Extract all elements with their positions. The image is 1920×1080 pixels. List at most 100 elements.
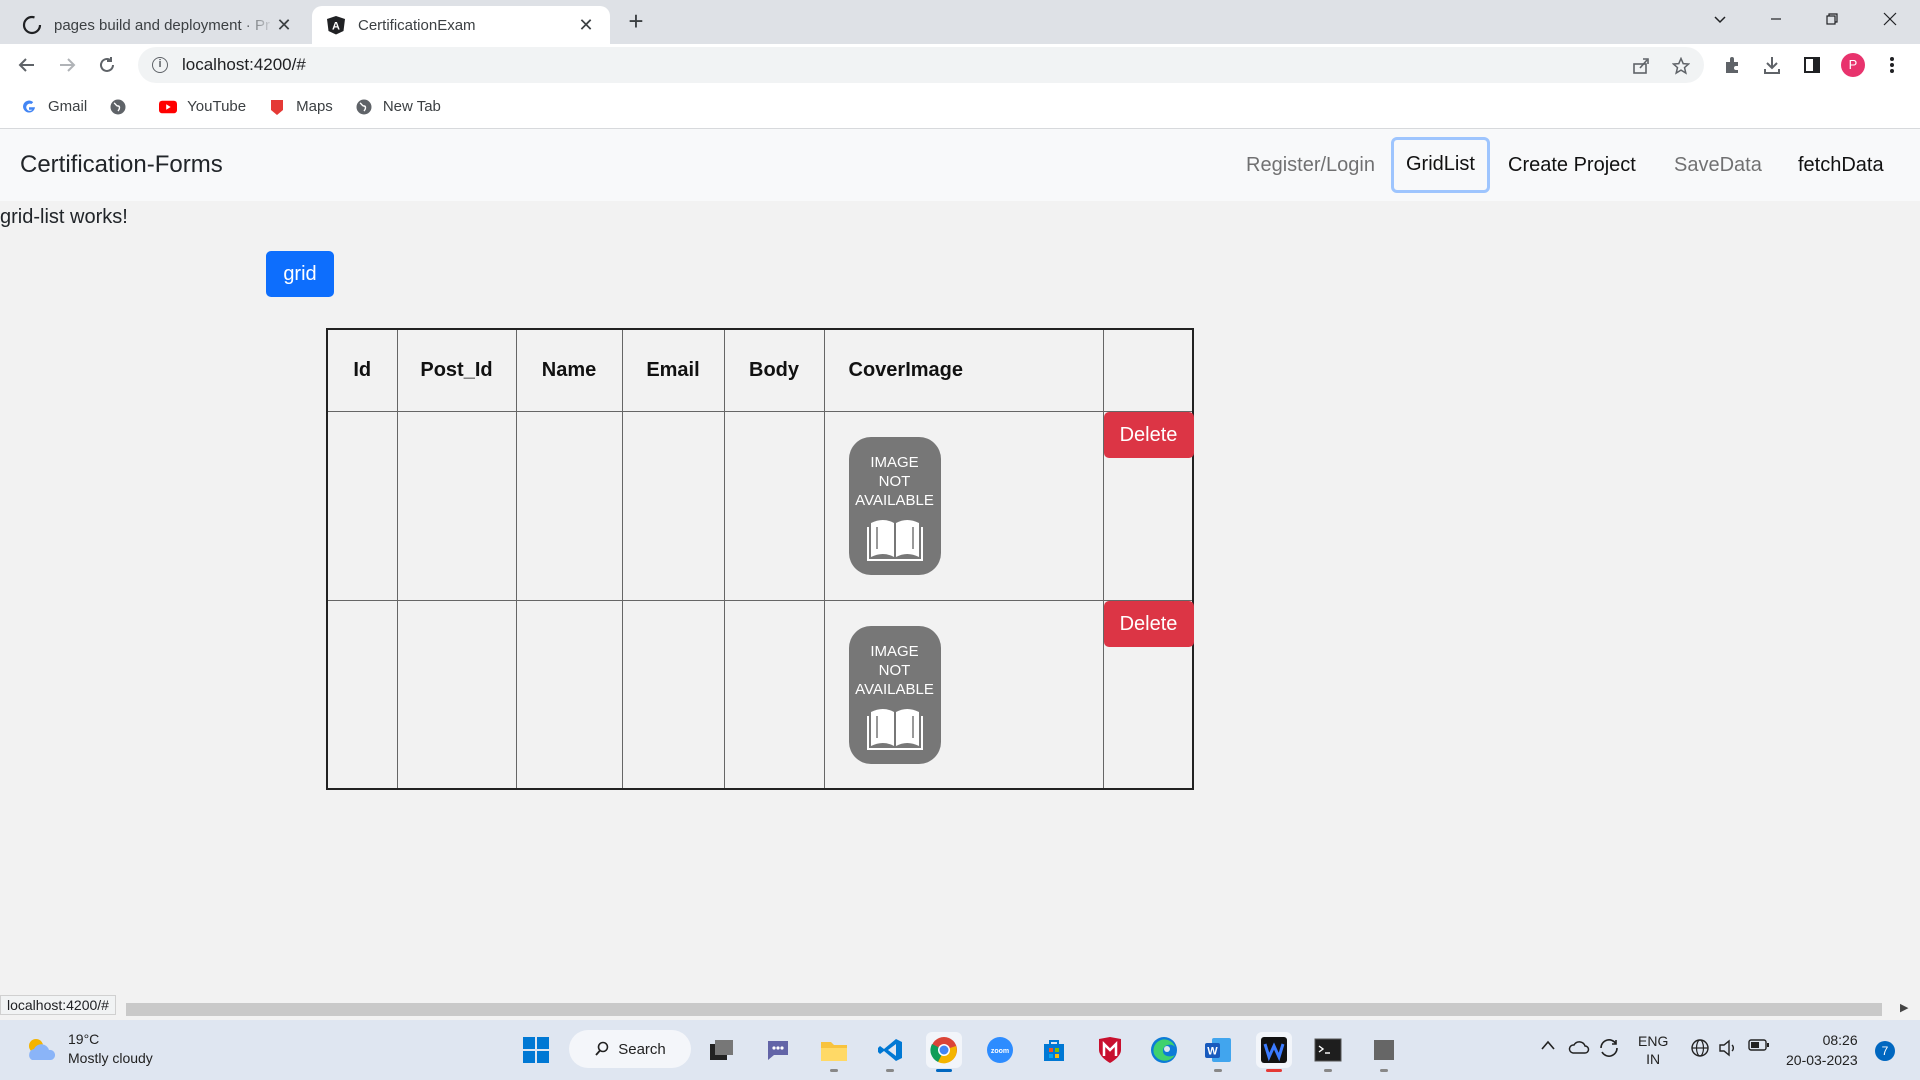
browser-toolbar: i localhost:4200/# P bbox=[0, 44, 1920, 85]
notification-badge[interactable]: 7 bbox=[1875, 1041, 1895, 1061]
taskbar-search[interactable]: Search bbox=[569, 1030, 691, 1068]
book-icon bbox=[866, 519, 923, 561]
delete-button[interactable]: Delete bbox=[1103, 600, 1194, 647]
cell-actions: Delete bbox=[1102, 599, 1194, 790]
nav-fetchdata[interactable]: fetchData bbox=[1786, 145, 1896, 185]
weather-condition: Mostly cloudy bbox=[68, 1050, 153, 1066]
cell-coverimage: IMAGE NOT AVAILABLE bbox=[823, 410, 1104, 601]
bookmark-youtube[interactable]: YouTube bbox=[159, 98, 246, 116]
mcafee-icon[interactable] bbox=[1092, 1032, 1128, 1068]
battery-icon[interactable] bbox=[1748, 1038, 1770, 1055]
restore-icon[interactable] bbox=[1804, 0, 1860, 38]
column-header-actions bbox=[1102, 328, 1194, 412]
scroll-right-arrow-icon[interactable]: ▶ bbox=[1900, 1001, 1908, 1014]
bookmark-star-icon[interactable] bbox=[1671, 56, 1691, 80]
sync-icon[interactable] bbox=[1598, 1038, 1620, 1061]
show-hidden-icons-icon[interactable] bbox=[1540, 1038, 1556, 1054]
region-code: IN bbox=[1646, 1051, 1661, 1067]
app-window-icon[interactable] bbox=[1366, 1032, 1402, 1072]
minimize-icon[interactable] bbox=[1748, 0, 1804, 38]
weather-widget[interactable]: 19°C Mostly cloudy bbox=[24, 1030, 153, 1068]
placeholder-text-line: AVAILABLE bbox=[855, 680, 934, 698]
address-url[interactable]: localhost:4200/# bbox=[182, 55, 306, 75]
nav-gridlist[interactable]: GridList bbox=[1391, 137, 1490, 193]
input-language[interactable]: ENG IN bbox=[1638, 1032, 1668, 1068]
nav-savedata[interactable]: SaveData bbox=[1662, 145, 1774, 185]
cell-actions: Delete bbox=[1102, 410, 1194, 601]
back-icon[interactable] bbox=[12, 50, 42, 80]
maps-icon bbox=[268, 98, 286, 116]
close-window-icon[interactable] bbox=[1862, 0, 1918, 38]
extensions-icon[interactable] bbox=[1720, 53, 1744, 77]
cell-name bbox=[515, 599, 623, 790]
bookmark-label: Gmail bbox=[48, 98, 88, 115]
cell-email bbox=[621, 599, 725, 790]
bookmark-label: Maps bbox=[296, 98, 333, 115]
word-icon[interactable]: W bbox=[1200, 1032, 1236, 1072]
menu-kebab-icon[interactable] bbox=[1880, 53, 1904, 77]
address-bar[interactable]: i localhost:4200/# bbox=[138, 47, 1704, 83]
close-tab-icon[interactable]: ✕ bbox=[274, 15, 294, 36]
table-row: IMAGE NOT AVAILABLE Delete bbox=[326, 599, 1194, 790]
column-header-coverimage: CoverImage bbox=[823, 328, 1104, 412]
chrome-icon[interactable] bbox=[926, 1032, 962, 1072]
search-icon bbox=[595, 1041, 609, 1056]
navbar-brand[interactable]: Certification-Forms bbox=[20, 151, 223, 179]
download-icon[interactable] bbox=[1760, 53, 1784, 77]
column-header-name: Name bbox=[515, 328, 623, 412]
windows-taskbar: 19°C Mostly cloudy Search zoom W ENG IN … bbox=[0, 1020, 1920, 1080]
onedrive-icon[interactable] bbox=[1568, 1038, 1590, 1059]
tab-certification-exam[interactable]: A CertificationExam ✕ bbox=[312, 6, 610, 44]
nav-create-project[interactable]: Create Project bbox=[1496, 145, 1648, 185]
taskbar-clock[interactable]: 08:26 20-03-2023 bbox=[1786, 1030, 1858, 1070]
bookmark-new-tab[interactable]: New Tab bbox=[355, 98, 441, 116]
site-info-icon[interactable]: i bbox=[152, 57, 168, 73]
cell-email bbox=[621, 410, 725, 601]
placeholder-text-line: NOT bbox=[878, 472, 911, 490]
svg-text:W: W bbox=[1207, 1046, 1218, 1058]
forward-icon[interactable] bbox=[52, 50, 82, 80]
tab-search-icon[interactable] bbox=[1692, 0, 1748, 38]
microsoft-store-icon[interactable] bbox=[1036, 1032, 1072, 1068]
grid-button[interactable]: grid bbox=[266, 251, 334, 297]
horizontal-scrollbar[interactable] bbox=[126, 1003, 1882, 1016]
cell-name bbox=[515, 410, 623, 601]
cell-post-id bbox=[396, 599, 517, 790]
bookmark-gmail[interactable]: Gmail bbox=[20, 98, 87, 116]
share-icon[interactable] bbox=[1632, 57, 1650, 80]
network-globe-icon[interactable] bbox=[1690, 1038, 1710, 1061]
placeholder-text-line: AVAILABLE bbox=[855, 491, 934, 509]
close-tab-icon[interactable]: ✕ bbox=[576, 15, 596, 36]
weather-temp: 19°C bbox=[68, 1031, 100, 1047]
windows-start-icon[interactable] bbox=[518, 1032, 554, 1068]
tab-pages-build[interactable]: pages build and deployment · Pr ✕ bbox=[8, 6, 308, 44]
delete-button[interactable]: Delete bbox=[1103, 411, 1194, 458]
column-header-id: Id bbox=[326, 328, 398, 412]
bookmark-label: New Tab bbox=[382, 98, 441, 115]
cloud-sun-icon bbox=[29, 1039, 56, 1060]
cell-body bbox=[723, 410, 825, 601]
posts-table: Id Post_Id Name Email Body CoverImage IM… bbox=[326, 328, 1194, 790]
book-icon bbox=[866, 708, 923, 750]
reload-icon[interactable] bbox=[92, 50, 122, 80]
profile-avatar[interactable]: P bbox=[1841, 53, 1865, 77]
teams-chat-icon[interactable] bbox=[760, 1032, 796, 1068]
new-tab-button[interactable]: + bbox=[622, 8, 650, 36]
side-panel-icon[interactable] bbox=[1800, 53, 1824, 77]
vscode-icon[interactable] bbox=[872, 1032, 908, 1072]
zoom-icon[interactable]: zoom bbox=[982, 1032, 1018, 1068]
file-explorer-icon[interactable] bbox=[816, 1032, 852, 1072]
volume-icon[interactable] bbox=[1718, 1038, 1738, 1061]
column-header-post-id: Post_Id bbox=[396, 328, 517, 412]
search-label: Search bbox=[618, 1040, 666, 1058]
bookmark-maps[interactable]: Maps bbox=[268, 98, 333, 116]
bookmark-globe[interactable] bbox=[109, 98, 137, 116]
grid-list-message: grid-list works! bbox=[0, 206, 128, 228]
task-view-icon[interactable] bbox=[704, 1032, 740, 1068]
edge-icon[interactable] bbox=[1146, 1032, 1182, 1068]
wave-app-icon[interactable] bbox=[1256, 1032, 1292, 1072]
cell-body bbox=[723, 599, 825, 790]
terminal-icon[interactable] bbox=[1310, 1032, 1346, 1072]
table-row: IMAGE NOT AVAILABLE Delete bbox=[326, 410, 1194, 601]
nav-register-login[interactable]: Register/Login bbox=[1234, 145, 1387, 185]
